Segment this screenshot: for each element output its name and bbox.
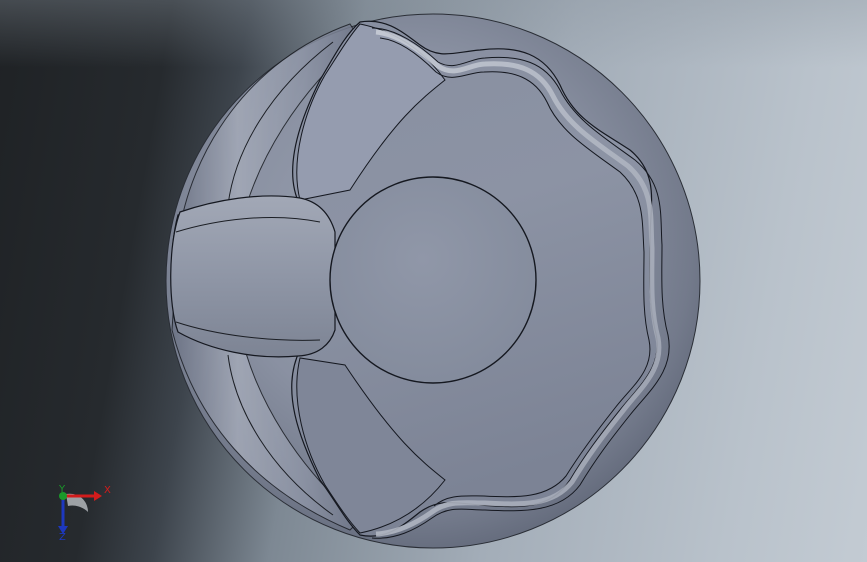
knob-model[interactable] <box>0 0 867 562</box>
reference-triad: X Y Z <box>44 482 114 546</box>
z-axis-label: Z <box>59 532 66 543</box>
y-axis-label: Y <box>59 484 66 495</box>
knob-hub-circle[interactable] <box>329 176 537 384</box>
graphics-viewport[interactable]: X Y Z <box>0 0 867 562</box>
x-axis-arrow <box>94 491 102 501</box>
x-axis-label: X <box>104 485 111 496</box>
